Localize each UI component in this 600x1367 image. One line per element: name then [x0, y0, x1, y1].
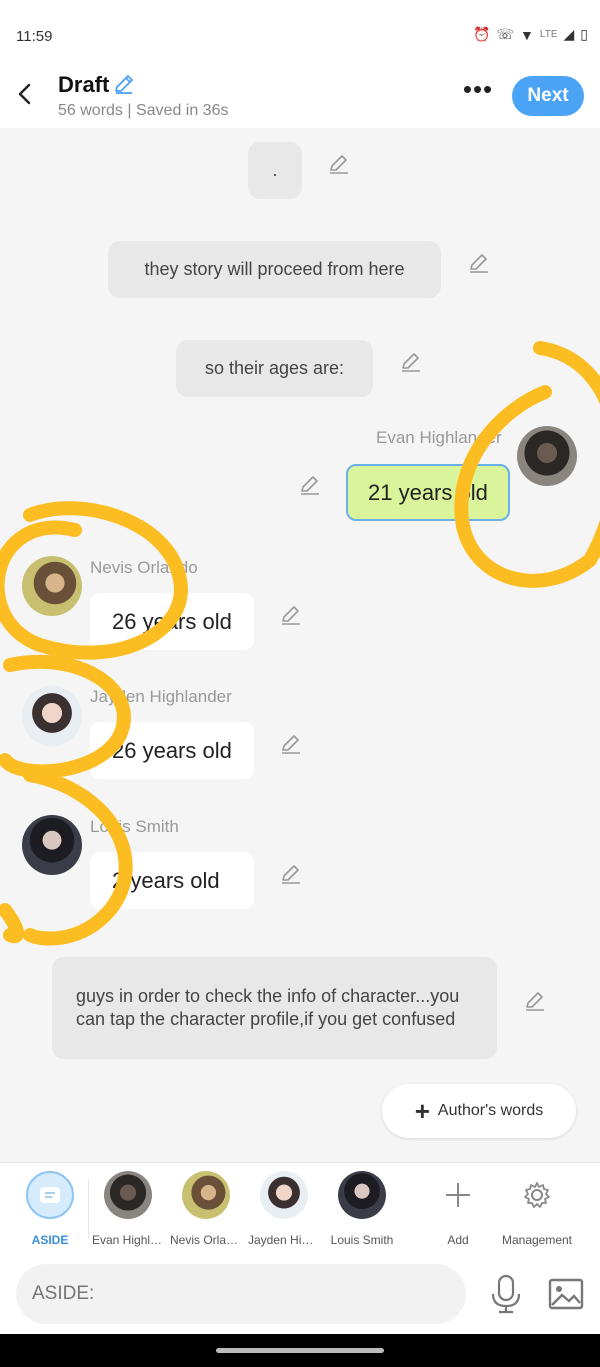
aside-input[interactable]: [16, 1264, 466, 1324]
message-bubble-jayden[interactable]: 26 years old: [90, 722, 254, 779]
signal-icon: ◢: [563, 26, 575, 42]
speaker-name: Evan Highlander: [376, 428, 502, 447]
avatar: [260, 1171, 308, 1219]
character-label: Jayden Highlander: [248, 1233, 320, 1247]
edit-message-icon[interactable]: [279, 732, 303, 756]
avatar-jayden[interactable]: [22, 686, 82, 746]
avatar: [104, 1171, 152, 1219]
message-bubble-nevis[interactable]: 26 years old: [90, 593, 254, 650]
speaker-name: Jayden Highlander: [90, 687, 232, 706]
character-label: Evan Highlander: [92, 1233, 164, 1247]
edit-message-icon[interactable]: [523, 989, 547, 1013]
character-evan[interactable]: Evan Highlander: [92, 1171, 164, 1247]
network-type: LTE: [539, 29, 558, 40]
more-options-button[interactable]: •••: [458, 76, 498, 108]
word-count-status: 56 words | Saved in 36s: [58, 102, 229, 119]
character-aside[interactable]: ASIDE: [14, 1171, 86, 1247]
avatar: [338, 1171, 386, 1219]
status-time: 11:59: [16, 28, 53, 45]
wifi-calling-icon: ☏: [496, 26, 515, 42]
gear-icon: [513, 1171, 561, 1219]
aside-chat-icon: [26, 1171, 74, 1219]
chevron-left-icon: [18, 83, 31, 105]
character-label: ASIDE: [31, 1233, 69, 1247]
plus-icon: [434, 1171, 482, 1219]
next-button[interactable]: Next: [512, 76, 584, 116]
edit-message-icon[interactable]: [467, 251, 491, 275]
status-icons: ⏰ ☏ ▼ LTE ◢ ▯: [473, 26, 588, 43]
aside-bubble[interactable]: .: [248, 142, 302, 199]
avatar-louis[interactable]: [22, 815, 82, 875]
edit-title-icon[interactable]: [112, 72, 136, 96]
battery-icon: ▯: [580, 26, 588, 42]
edit-message-icon[interactable]: [399, 350, 423, 374]
avatar-nevis[interactable]: [22, 556, 82, 616]
divider: [88, 1179, 89, 1239]
input-bar: [0, 1254, 600, 1334]
character-label: Nevis Orlando: [170, 1233, 242, 1247]
image-icon[interactable]: [546, 1274, 586, 1314]
edit-message-icon[interactable]: [279, 603, 303, 627]
avatar-evan[interactable]: [517, 426, 577, 486]
aside-bubble[interactable]: guys in order to check the info of chara…: [52, 957, 497, 1059]
wifi-icon: ▼: [520, 26, 534, 43]
microphone-icon[interactable]: [488, 1272, 524, 1316]
edit-message-icon[interactable]: [327, 152, 351, 176]
edit-message-icon[interactable]: [298, 473, 322, 497]
message-bubble-evan[interactable]: 21 years old: [346, 464, 510, 521]
page-title: Draft: [58, 72, 110, 97]
system-nav-bar: [0, 1334, 600, 1367]
authors-words-button[interactable]: + Author's words: [382, 1084, 576, 1138]
character-nevis[interactable]: Nevis Orlando: [170, 1171, 242, 1247]
character-bar: ASIDE Evan Highlander Nevis Orlando Jayd…: [0, 1162, 600, 1254]
management-label: Management: [501, 1233, 573, 1247]
speaker-name: Nevis Orlando: [90, 558, 198, 577]
character-jayden[interactable]: Jayden Highlander: [248, 1171, 320, 1247]
add-label: Add: [447, 1233, 469, 1247]
authors-words-label: Author's words: [437, 1102, 544, 1119]
management-button[interactable]: Management: [494, 1171, 580, 1247]
character-label: Louis Smith: [330, 1233, 394, 1247]
message-bubble-louis[interactable]: 2 years old: [90, 852, 254, 909]
add-character-button[interactable]: Add: [422, 1171, 494, 1247]
back-button[interactable]: [10, 76, 38, 112]
aside-bubble[interactable]: they story will proceed from here: [108, 241, 441, 298]
character-louis[interactable]: Louis Smith: [326, 1171, 398, 1247]
aside-bubble[interactable]: so their ages are:: [176, 340, 373, 397]
alarm-icon: ⏰: [473, 26, 491, 42]
chat-area: . they story will proceed from here so t…: [0, 128, 600, 1162]
speaker-name: Louis Smith: [90, 817, 179, 836]
header: Draft 56 words | Saved in 36s ••• Next: [0, 60, 600, 128]
avatar: [182, 1171, 230, 1219]
edit-message-icon[interactable]: [279, 862, 303, 886]
home-handle[interactable]: [216, 1348, 384, 1353]
plus-icon: +: [414, 1096, 430, 1126]
